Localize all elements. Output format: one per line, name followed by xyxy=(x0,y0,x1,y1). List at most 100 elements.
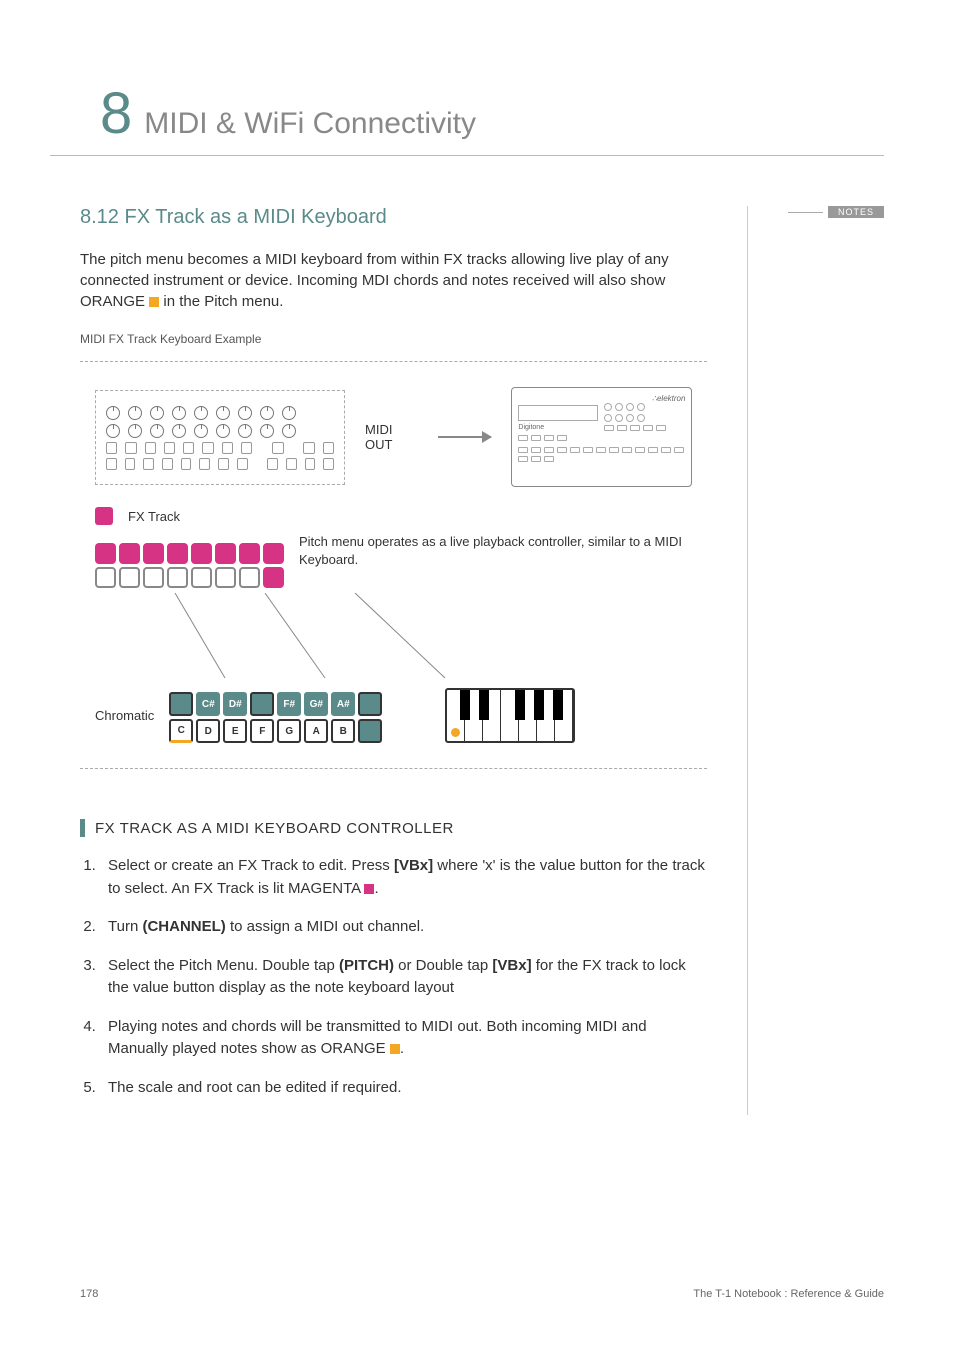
device-button-icon xyxy=(237,458,248,470)
knob-icon xyxy=(282,406,296,420)
magenta-pad-icon xyxy=(95,507,113,525)
knob-icon xyxy=(150,424,164,438)
orange-square-icon xyxy=(149,297,159,307)
black-key: C# xyxy=(196,692,220,716)
step-item: Select or create an FX Track to edit. Pr… xyxy=(100,855,707,900)
knob-icon xyxy=(216,424,230,438)
device-button-icon xyxy=(531,447,541,453)
device-button-icon xyxy=(199,458,210,470)
white-key: G xyxy=(277,719,301,743)
chapter-number: 8 xyxy=(100,80,132,147)
device-button-icon xyxy=(518,435,528,441)
device-button-icon xyxy=(202,442,213,454)
step-item: Select the Pitch Menu. Double tap (PITCH… xyxy=(100,955,707,1000)
device-button-icon xyxy=(531,435,541,441)
device-button-icon xyxy=(222,442,233,454)
knob-icon xyxy=(260,406,274,420)
device-button-icon xyxy=(617,425,627,431)
pad-grid xyxy=(95,543,284,588)
black-key: D# xyxy=(223,692,247,716)
knob-icon xyxy=(194,406,208,420)
step-text: . xyxy=(400,1040,404,1057)
pad-magenta-icon xyxy=(143,543,164,564)
knob-icon xyxy=(106,406,120,420)
fx-track-label: FX Track xyxy=(128,509,180,524)
step-key: (PITCH) xyxy=(339,957,394,974)
knob-icon xyxy=(615,414,623,422)
knob-icon xyxy=(637,414,645,422)
white-key-root: C xyxy=(169,719,193,743)
step-item: The scale and root can be edited if requ… xyxy=(100,1077,707,1100)
pad-magenta-icon xyxy=(119,543,140,564)
magenta-square-icon xyxy=(364,884,374,894)
piano-icon xyxy=(445,688,575,743)
device-button-icon xyxy=(125,458,136,470)
device-button-icon xyxy=(145,442,156,454)
device-button-icon xyxy=(557,447,567,453)
knob-icon xyxy=(172,406,186,420)
device-button-icon xyxy=(656,425,666,431)
knob-icon xyxy=(106,424,120,438)
device-button-icon xyxy=(661,447,671,453)
device-button-icon xyxy=(531,456,541,462)
device-button-icon xyxy=(518,456,528,462)
step-key: (CHANNEL) xyxy=(142,918,225,935)
knob-icon xyxy=(604,403,612,411)
device-button-icon xyxy=(106,442,117,454)
step-item: Playing notes and chords will be transmi… xyxy=(100,1016,707,1061)
pad-empty-icon xyxy=(167,567,188,588)
device-button-icon xyxy=(164,442,175,454)
device-button-icon xyxy=(143,458,154,470)
knob-icon xyxy=(282,424,296,438)
chromatic-keyboard: Chromatic C# D# F# G# A# C D xyxy=(95,688,692,743)
intro-text-2: in the Pitch menu. xyxy=(159,293,283,310)
pad-empty-icon xyxy=(143,567,164,588)
device-button-icon xyxy=(267,458,278,470)
knob-icon xyxy=(194,424,208,438)
page-footer: 178 The T-1 Notebook : Reference & Guide xyxy=(80,1288,884,1300)
black-key: F# xyxy=(277,692,301,716)
page-number: 178 xyxy=(80,1288,98,1300)
footer-reference: The T-1 Notebook : Reference & Guide xyxy=(693,1288,884,1300)
chapter-title: MIDI & WiFi Connectivity xyxy=(144,107,476,141)
step-key: [VBx] xyxy=(492,957,531,974)
knob-icon xyxy=(604,414,612,422)
step-text: Turn xyxy=(108,918,142,935)
pad-magenta-icon xyxy=(263,543,284,564)
knob-icon xyxy=(150,406,164,420)
pad-magenta-icon xyxy=(263,567,284,588)
midi-out-label: MIDI OUT xyxy=(365,422,418,452)
white-key: A xyxy=(304,719,328,743)
subsection-header: FX TRACK AS A MIDI KEYBOARD CONTROLLER xyxy=(80,819,707,837)
device-button-icon xyxy=(635,447,645,453)
device-button-icon xyxy=(218,458,229,470)
device-button-icon xyxy=(183,442,194,454)
pad-magenta-icon xyxy=(167,543,188,564)
device-button-icon xyxy=(323,458,334,470)
knob-icon xyxy=(626,414,634,422)
pad-magenta-icon xyxy=(215,543,236,564)
pad-empty-icon xyxy=(119,567,140,588)
step-item: Turn (CHANNEL) to assign a MIDI out chan… xyxy=(100,916,707,939)
step-text: The scale and root can be edited if requ… xyxy=(108,1079,402,1096)
pad-magenta-icon xyxy=(95,543,116,564)
knob-icon xyxy=(238,424,252,438)
knob-icon xyxy=(216,406,230,420)
device-button-icon xyxy=(305,458,316,470)
step-text: to assign a MIDI out channel. xyxy=(226,918,424,935)
knob-icon xyxy=(615,403,623,411)
knob-icon xyxy=(128,424,142,438)
device-button-icon xyxy=(303,442,314,454)
chromatic-label: Chromatic xyxy=(95,708,154,723)
knob-icon xyxy=(172,424,186,438)
knob-icon xyxy=(238,406,252,420)
pad-magenta-icon xyxy=(239,543,260,564)
section-heading: 8.12 FX Track as a MIDI Keyboard xyxy=(80,206,707,229)
white-key xyxy=(358,719,382,743)
device-button-icon xyxy=(272,442,283,454)
device-button-icon xyxy=(643,425,653,431)
device-button-icon xyxy=(622,447,632,453)
white-key: E xyxy=(223,719,247,743)
white-key: B xyxy=(331,719,355,743)
arrow-right-icon xyxy=(438,436,492,438)
